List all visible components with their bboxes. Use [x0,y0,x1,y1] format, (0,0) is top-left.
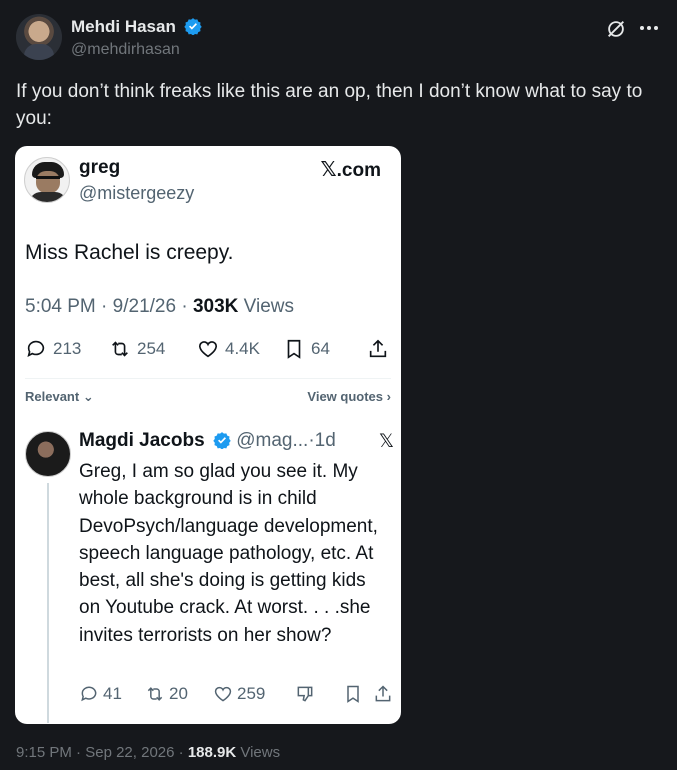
quoted-post-meta: 5:04 PM · 9/21/26 · 303K Views [25,296,294,317]
post-meta: 9:15 PM · Sep 22, 2026 · 188.9K Views [16,744,281,761]
quoted-author-name: greg [79,157,121,178]
reply-text: Greg, I am so glad you see it. My whole … [79,461,378,646]
share-action [367,336,395,362]
repost-action: 20 [145,682,188,706]
grok-icon[interactable] [605,18,627,40]
like-action: 259 [213,682,265,706]
x-com-watermark: 𝕏.com [320,157,381,181]
embedded-screenshot-card[interactable]: greg @mistergeezy 𝕏.com Miss Rachel is c… [15,146,401,724]
views-label: Views [240,744,281,761]
author-name[interactable]: Mehdi Hasan [71,17,176,36]
reply-age: 1d [314,430,336,451]
like-icon [214,686,232,702]
thread-line [47,483,49,723]
bookmark-icon [287,339,301,359]
x-logo-icon: 𝕏 [320,157,337,181]
repost-action: 254 [109,336,165,362]
quoted-action-bar: 213 254 4.4K 64 [25,336,391,362]
reply-author-handle: @mag... [236,430,309,451]
reply-icon [81,686,97,702]
like-icon [198,341,218,358]
bookmark-icon [347,685,359,703]
reply-action: 41 [79,682,122,706]
quoted-author-avatar [24,157,70,203]
reply-icon [27,340,45,357]
dislike-action [295,682,319,706]
reply-header: Magdi Jacobs @mag...·1d 𝕏 [79,430,394,452]
post-date[interactable]: Sep 22, 2026 [85,744,174,761]
author-avatar[interactable] [16,14,62,60]
view-quotes-link: View quotes › [307,389,391,404]
share-icon [369,339,387,358]
verified-badge-icon [183,18,202,35]
like-action: 4.4K [197,336,260,362]
post-header: Mehdi Hasan @mehdirhasan [16,14,661,64]
post-time[interactable]: 9:15 PM [16,744,72,761]
share-icon [375,685,391,702]
chevron-right-icon: › [386,389,391,404]
post-text: If you don’t think freaks like this are … [16,81,643,129]
more-icon[interactable] [637,16,661,40]
share-action [373,682,397,706]
author-handle[interactable]: @mehdirhasan [71,41,180,59]
reply-action: 213 [25,336,81,362]
reply-action-bar: 41 20 259 [79,682,394,706]
dislike-icon [297,686,313,702]
reply-author-avatar [25,431,71,477]
repost-icon [112,341,128,357]
views-count: 188.9K [187,744,237,761]
repost-icon [147,687,163,701]
author-name-row[interactable]: Mehdi Hasan [71,17,202,37]
bookmark-action [343,682,367,706]
chevron-down-icon: ⌄ [82,389,94,404]
sort-relevant: Relevant ⌄ [25,389,94,404]
x-logo-icon: 𝕏 [378,430,394,452]
quoted-author-handle: @mistergeezy [79,183,195,203]
verified-badge-icon [213,432,231,449]
quoted-post-text: Miss Rachel is creepy. [25,241,234,264]
reply-author-name: Magdi Jacobs [79,430,205,451]
divider [25,378,391,379]
bookmark-action: 64 [283,336,330,362]
